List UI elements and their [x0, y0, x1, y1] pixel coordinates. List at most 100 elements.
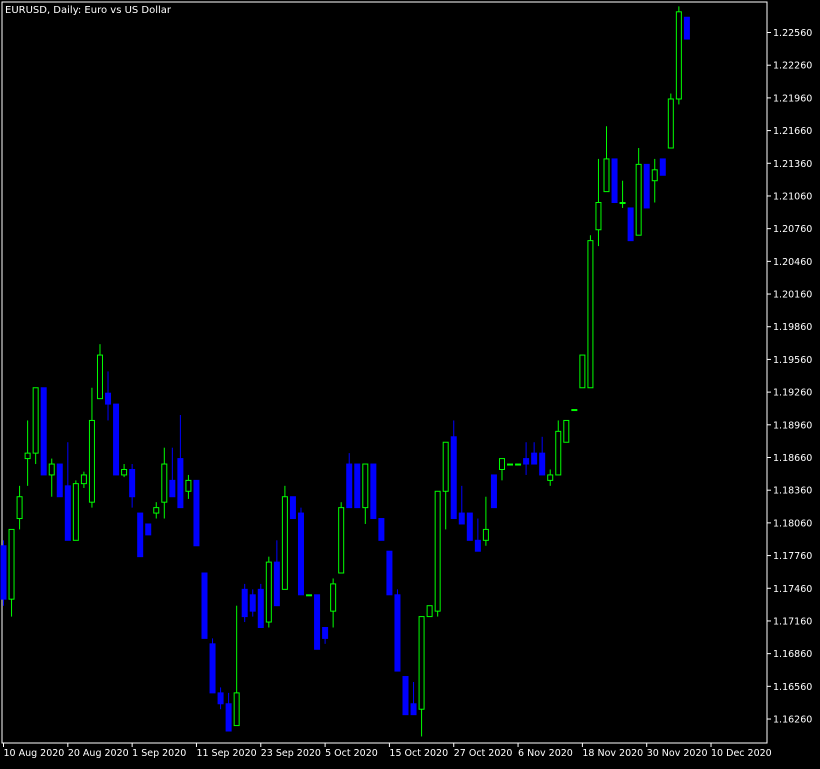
candle — [675, 6, 682, 105]
candle-body — [209, 643, 216, 694]
x-tick-label: 15 Oct 2020 — [389, 748, 448, 759]
candle — [515, 463, 522, 466]
x-tick-label: 20 Aug 2020 — [68, 748, 129, 759]
candle-body — [490, 474, 497, 509]
candle-body — [48, 463, 55, 476]
candle — [56, 463, 63, 498]
y-tick-label: 1.18660 — [773, 453, 812, 464]
candle-body — [161, 463, 168, 503]
candle-body — [667, 98, 674, 149]
candle-body — [105, 392, 112, 405]
y-tick-label: 1.20460 — [773, 257, 812, 268]
y-tick-label: 1.18060 — [773, 518, 812, 529]
candle — [145, 523, 152, 536]
candle-body — [289, 496, 296, 520]
candlestick-chart[interactable]: 1.22560 1.22260 1.21960 1.21660 1.21360 1.210… — [0, 0, 820, 765]
candle — [306, 594, 313, 597]
candle-body — [121, 468, 128, 476]
candle-body — [233, 692, 240, 727]
candle — [314, 594, 321, 650]
y-tick-label: 1.17760 — [773, 551, 812, 562]
candle-body — [635, 163, 642, 236]
candle — [209, 638, 216, 694]
candle-body — [193, 479, 200, 547]
candle — [281, 485, 288, 590]
candle — [643, 163, 650, 209]
candle-body — [314, 594, 321, 650]
x-tick-label: 1 Sep 2020 — [132, 748, 186, 759]
candle — [579, 354, 586, 389]
candle — [0, 540, 7, 606]
candle — [354, 463, 361, 509]
candle-body — [675, 11, 682, 100]
candle — [113, 403, 120, 476]
candle-body — [362, 463, 369, 509]
candle — [257, 583, 264, 628]
candle — [659, 158, 666, 176]
candle — [289, 496, 296, 520]
candle-body — [571, 409, 578, 412]
y-tick-label: 1.21360 — [773, 159, 812, 170]
y-tick-label: 1.19860 — [773, 322, 812, 333]
y-tick-label: 1.16260 — [773, 715, 812, 726]
y-tick-label: 1.19560 — [773, 355, 812, 366]
candle-body — [8, 528, 15, 600]
candle — [627, 207, 634, 242]
candle-body — [402, 676, 409, 716]
y-tick-label: 1.18960 — [773, 420, 812, 431]
candle-body — [651, 169, 658, 182]
chart-window[interactable]: 1.22560 1.22260 1.21960 1.21660 1.21360 1.210… — [0, 0, 820, 765]
candle-body — [498, 458, 505, 470]
candle-body — [539, 452, 546, 476]
y-tick-label: 1.22560 — [773, 28, 812, 39]
candle-body — [370, 463, 377, 520]
x-tick-label: 23 Sep 2020 — [261, 748, 321, 759]
candle-body — [306, 594, 313, 597]
candle-body — [515, 463, 522, 466]
candle-body — [603, 158, 610, 193]
y-tick-label: 1.21960 — [773, 93, 812, 104]
candle — [241, 583, 248, 623]
candle — [193, 479, 200, 547]
candle-body — [297, 512, 304, 596]
candle-body — [611, 158, 618, 204]
candle-body — [643, 163, 650, 209]
candle-body — [273, 561, 280, 607]
candle-body — [217, 692, 224, 705]
candle — [490, 474, 497, 509]
candle-body — [474, 539, 481, 552]
candle-body — [241, 588, 248, 618]
candle — [611, 158, 618, 204]
x-tick-label: 6 Nov 2020 — [518, 748, 573, 759]
candle — [434, 490, 441, 617]
candle-body — [24, 452, 31, 460]
candle-body — [579, 354, 586, 389]
candle-body — [249, 594, 256, 612]
candle-body — [683, 16, 690, 40]
candle-body — [426, 605, 433, 618]
candle — [370, 463, 377, 520]
candle-body — [169, 479, 176, 498]
candle-body — [563, 419, 570, 443]
candle — [394, 589, 401, 672]
candle-body — [450, 436, 457, 520]
candle-body — [80, 474, 87, 485]
candle-body — [32, 387, 39, 454]
candle — [402, 676, 409, 716]
candle-body — [257, 588, 264, 628]
candle-body — [346, 463, 353, 509]
candle-body — [281, 496, 288, 590]
candle-body — [659, 158, 666, 176]
candle-body — [418, 616, 425, 710]
candle-body — [322, 626, 329, 639]
candle-body — [627, 207, 634, 242]
candle-body — [145, 523, 152, 536]
candle-body — [225, 703, 232, 732]
candle — [466, 512, 473, 541]
candle-body — [16, 496, 23, 520]
candle-body — [177, 458, 184, 509]
y-tick-label: 1.20760 — [773, 224, 812, 235]
y-tick-label: 1.17460 — [773, 584, 812, 595]
candle-body — [40, 387, 47, 476]
candle-body — [595, 202, 602, 231]
